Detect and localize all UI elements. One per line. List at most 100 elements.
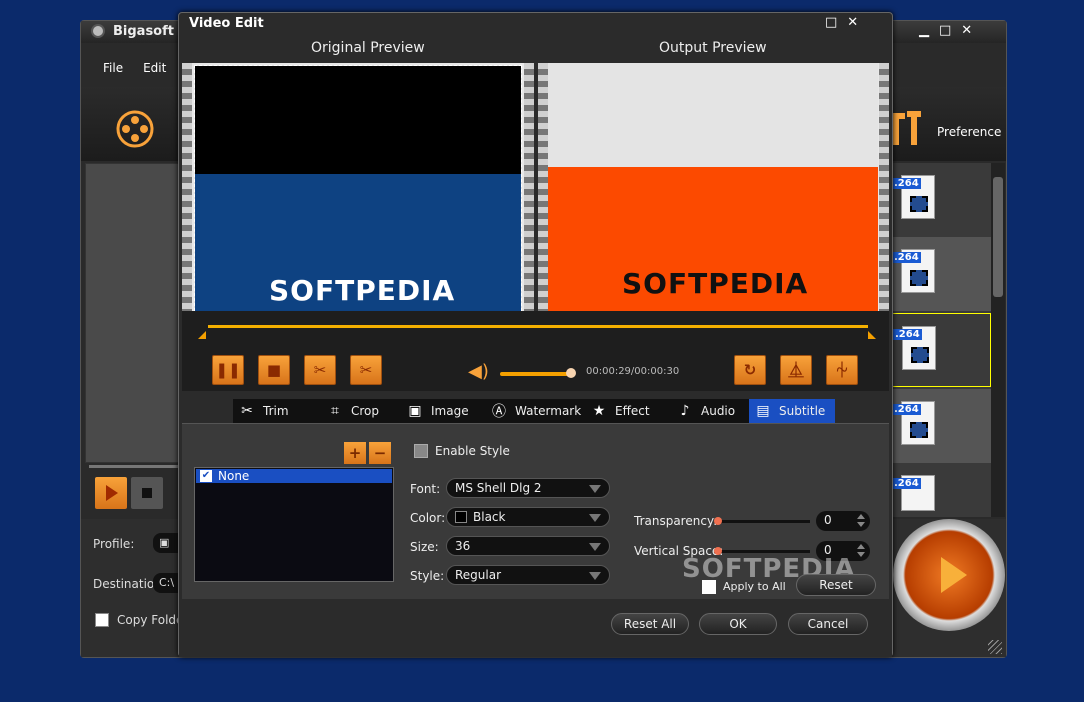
film-strip: [182, 63, 192, 311]
chevron-down-icon: [589, 485, 601, 493]
crop-frame[interactable]: SOFTPEDIA: [194, 65, 522, 311]
tab-trim[interactable]: ✂ Trim: [233, 399, 321, 423]
output-preview-label: Output Preview: [659, 40, 767, 56]
transparency-slider[interactable]: [714, 517, 810, 525]
music-note-icon: ♪: [680, 403, 690, 419]
preference-tools-icon[interactable]: [887, 107, 931, 151]
ok-button[interactable]: OK: [699, 613, 777, 635]
output-preview: SOFTPEDIA: [538, 63, 889, 311]
film-strip: [524, 63, 534, 311]
close-icon[interactable]: ✕: [847, 15, 858, 30]
tab-audio[interactable]: ♪ Audio: [671, 399, 749, 423]
app-seek-bar[interactable]: [89, 465, 183, 468]
list-item[interactable]: .264: [891, 463, 991, 517]
size-select[interactable]: 36: [446, 536, 610, 556]
video-file-icon: .264: [893, 326, 936, 370]
video-file-icon: .264: [892, 249, 935, 293]
cut-button[interactable]: ✂: [304, 355, 336, 385]
softpedia-logo: SOFTPEDIA: [269, 274, 456, 307]
minimize-icon[interactable]: ▁: [919, 23, 929, 38]
color-select[interactable]: Black: [446, 507, 610, 527]
remove-subtitle-button[interactable]: −: [369, 442, 391, 464]
film-strip: [538, 63, 548, 311]
tab-crop[interactable]: ⌗ Crop: [321, 399, 401, 423]
volume-icon[interactable]: ◀): [468, 361, 489, 382]
destination-field[interactable]: C:\: [153, 573, 179, 593]
dialog-window-controls: □ ✕: [825, 15, 858, 30]
enable-style-checkbox[interactable]: [414, 444, 428, 458]
play-button[interactable]: [95, 477, 127, 509]
maximize-icon[interactable]: □: [939, 23, 951, 38]
video-file-icon: .264: [892, 175, 935, 219]
font-select[interactable]: MS Shell Dlg 2: [446, 478, 610, 498]
add-subtitle-button[interactable]: +: [344, 442, 366, 464]
apply-to-all-label: Apply to All: [723, 580, 786, 593]
crop-icon: ⌗: [331, 403, 339, 419]
menubar: File Edit: [81, 61, 181, 85]
list-item[interactable]: .264: [891, 389, 991, 463]
tab-subtitle[interactable]: ▤ Subtitle: [749, 399, 835, 423]
scissors-icon: ✂: [241, 403, 253, 419]
scrollbar-thumb[interactable]: [993, 177, 1003, 297]
stop-button[interactable]: [131, 477, 163, 509]
tab-image[interactable]: ▣ Image: [401, 399, 485, 423]
subtitle-icon: ▤: [756, 403, 770, 419]
transparency-spinbox[interactable]: 0: [816, 511, 870, 531]
cancel-button[interactable]: Cancel: [788, 613, 868, 635]
volume-slider[interactable]: [500, 372, 572, 376]
tab-watermark[interactable]: Ⓐ Watermark: [485, 399, 585, 423]
profile-select[interactable]: ▣: [153, 533, 179, 553]
list-scrollbar[interactable]: [991, 163, 1005, 517]
film-reel-icon[interactable]: [115, 109, 155, 149]
split-button[interactable]: ✂: [350, 355, 382, 385]
time-display: 00:00:29/00:00:30: [586, 366, 680, 377]
rotate-button[interactable]: ↻: [734, 355, 766, 385]
app-logo-icon: [91, 24, 105, 38]
menu-file[interactable]: File: [103, 61, 123, 85]
slider-knob[interactable]: [714, 517, 722, 525]
dialog-title: Video Edit: [189, 16, 264, 31]
stop-button[interactable]: ■: [258, 355, 290, 385]
original-preview: SOFTPEDIA: [182, 63, 534, 311]
list-item[interactable]: .264: [891, 237, 991, 311]
playback-controls: ❚❚ ■ ✂ ✂ ◀) 00:00:29/00:00:30 ↻ ⏅ ⏆: [182, 311, 889, 391]
apply-to-all-checkbox[interactable]: [702, 580, 716, 594]
enable-style-label: Enable Style: [435, 444, 510, 458]
convert-button[interactable]: [893, 519, 1005, 631]
chevron-down-icon: [589, 514, 601, 522]
flip-horizontal-button[interactable]: ⏅: [780, 355, 812, 385]
font-label: Font:: [410, 482, 441, 496]
close-icon[interactable]: ✕: [961, 23, 972, 38]
copy-folder-checkbox[interactable]: [95, 613, 109, 627]
trim-start-marker[interactable]: [198, 331, 206, 339]
subtitle-list-buttons: + −: [344, 442, 391, 464]
list-item[interactable]: ✔ None: [196, 469, 392, 483]
profile-label: Profile:: [93, 537, 135, 551]
original-preview-label: Original Preview: [311, 40, 425, 56]
edit-tabs: ✂ Trim ⌗ Crop ▣ Image Ⓐ Watermark ★ Effect ♪ A…: [233, 399, 835, 423]
video-file-icon: .264: [892, 401, 935, 445]
trim-end-marker[interactable]: [868, 331, 876, 339]
timeline-bar[interactable]: [208, 325, 868, 328]
pause-button[interactable]: ❚❚: [212, 355, 244, 385]
watermark-icon: Ⓐ: [492, 404, 506, 420]
size-label: Size:: [410, 540, 439, 554]
tab-effect[interactable]: ★ Effect: [585, 399, 671, 423]
resize-grip-icon[interactable]: [988, 640, 1002, 654]
style-select[interactable]: Regular: [446, 565, 610, 585]
preference-label[interactable]: Preference: [937, 125, 1001, 139]
video-file-icon: .264: [892, 475, 935, 511]
maximize-icon[interactable]: □: [825, 15, 837, 30]
reset-all-button[interactable]: Reset All: [611, 613, 689, 635]
video-edit-dialog: Video Edit □ ✕ Original Preview Output P…: [178, 12, 893, 657]
list-item[interactable]: .264: [891, 163, 991, 237]
list-item-selected[interactable]: .264: [891, 313, 991, 387]
menu-edit[interactable]: Edit: [143, 61, 166, 85]
chevron-down-icon: [589, 543, 601, 551]
color-swatch: [455, 511, 467, 523]
flip-vertical-button[interactable]: ⏆: [826, 355, 858, 385]
vertical-space-slider[interactable]: [714, 547, 810, 555]
volume-knob[interactable]: [566, 368, 576, 378]
reset-button[interactable]: Reset: [796, 574, 876, 596]
checkbox-checked[interactable]: ✔: [200, 470, 212, 482]
